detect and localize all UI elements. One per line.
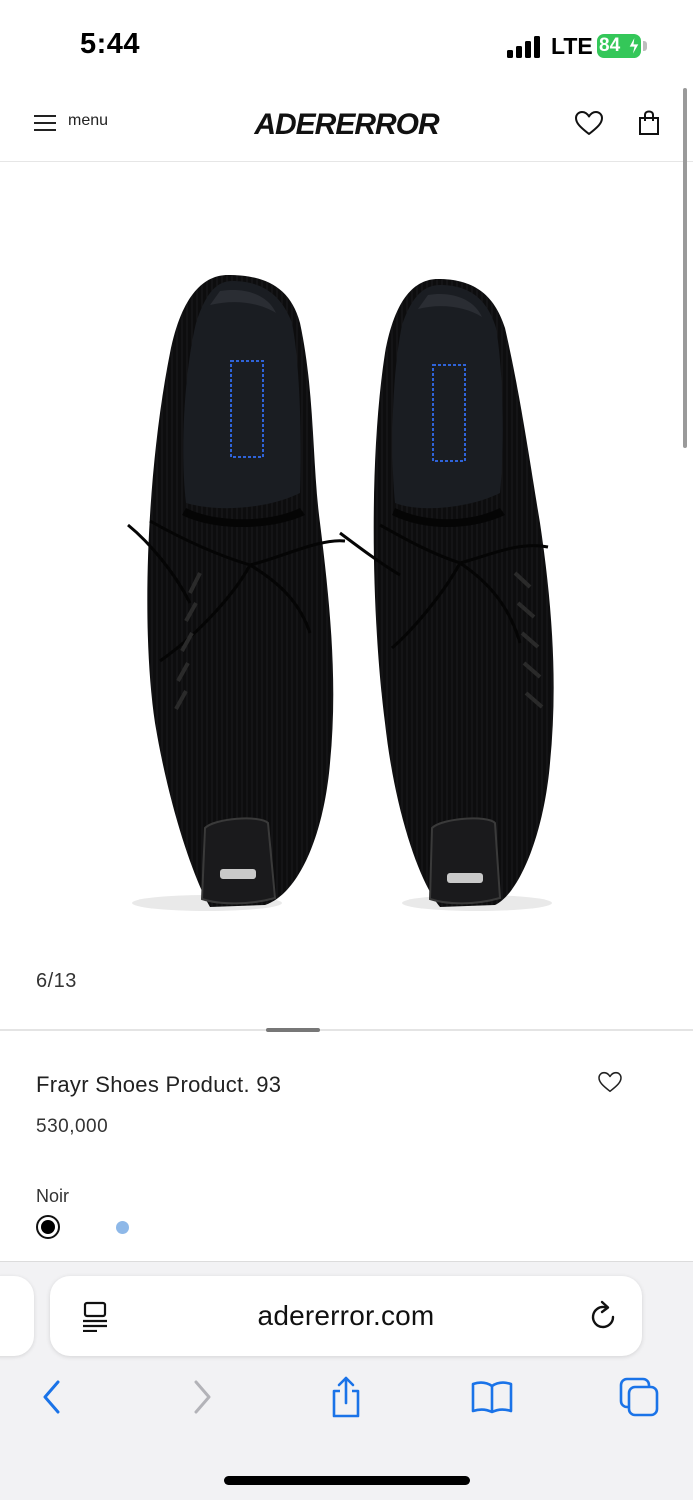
url-text[interactable]: adererror.com [50,1300,642,1332]
share-button[interactable] [324,1375,368,1419]
home-indicator [224,1476,470,1485]
sheet-divider [0,1029,693,1031]
right-shoe [339,279,554,911]
sheet-handle[interactable] [266,1028,320,1032]
battery-level: 84 [599,35,621,56]
shopping-bag-icon [639,110,659,135]
address-bar[interactable]: adererror.com [50,1276,642,1356]
product-wishlist-button[interactable] [595,1068,625,1096]
image-counter: 6/13 [36,970,77,992]
reload-icon[interactable] [588,1300,618,1332]
battery-cap [643,41,647,51]
bookmarks-icon [471,1381,513,1414]
product-price: 530,000 [36,1116,109,1137]
product-image[interactable] [0,163,693,963]
status-time: 5:44 [80,28,141,60]
forward-button[interactable] [180,1375,224,1419]
charging-bolt-icon [628,36,640,56]
color-swatch-blue[interactable] [116,1221,129,1234]
color-name: Noir [36,1186,70,1206]
left-shoe [127,275,346,911]
heart-icon [598,1071,622,1093]
color-swatch-noir[interactable] [36,1215,60,1239]
bookmarks-button[interactable] [470,1375,514,1419]
back-button[interactable] [30,1375,74,1419]
wishlist-button[interactable] [572,106,606,140]
tabs-icon [619,1377,659,1417]
tabs-button[interactable] [617,1375,661,1419]
site-header: menu ADERERROR [0,86,693,162]
product-photo [127,275,554,911]
battery-indicator: 84 [597,34,641,58]
back-icon [43,1380,60,1414]
swatch-fill [41,1220,55,1234]
forward-icon [194,1380,211,1414]
previous-tab-pill[interactable] [0,1276,34,1356]
status-bar: 5:44 LTE 84 [0,0,693,86]
share-icon [332,1376,360,1418]
network-label: LTE [551,33,593,59]
product-name: Frayr Shoes Product. 93 [36,1072,282,1097]
signal-bars-icon [507,36,543,58]
cart-button[interactable] [632,106,666,140]
heart-icon [575,111,603,135]
